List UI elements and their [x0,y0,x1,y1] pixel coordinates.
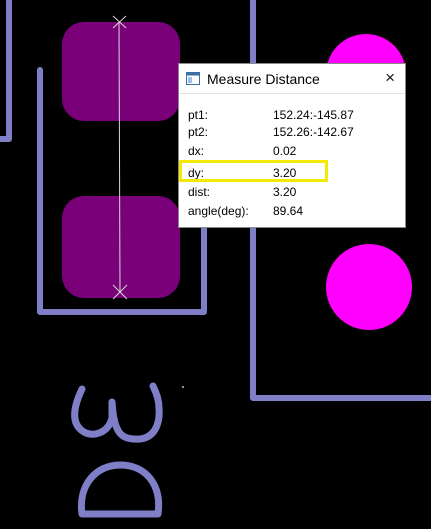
row-label: angle(deg): [188,204,249,218]
dialog-title: Measure Distance [207,71,320,87]
via-bottom [326,244,412,330]
row-label: pt2: [188,125,209,139]
close-icon[interactable]: × [385,68,395,88]
window-icon [186,72,200,85]
row-value: 152.24:-145.87 [273,108,354,122]
designator-d3 [71,382,163,518]
dy-highlight-box [179,160,328,182]
pad-bottom [62,196,180,298]
row-value: 152.26:-142.67 [273,125,354,139]
row-label: dist: [188,185,211,199]
measure-distance-dialog[interactable]: Measure Distance × pt1: 152.24:-145.87 p… [178,63,406,228]
trace-left-edge [0,0,12,142]
row-value: 3.20 [273,185,297,199]
row-label: pt1: [188,108,209,122]
row-label: dx: [188,144,205,158]
row-value: 89.64 [273,204,304,218]
pad-top [62,22,180,121]
dialog-titlebar[interactable]: Measure Distance × [179,64,405,94]
row-value: 0.02 [273,144,297,158]
